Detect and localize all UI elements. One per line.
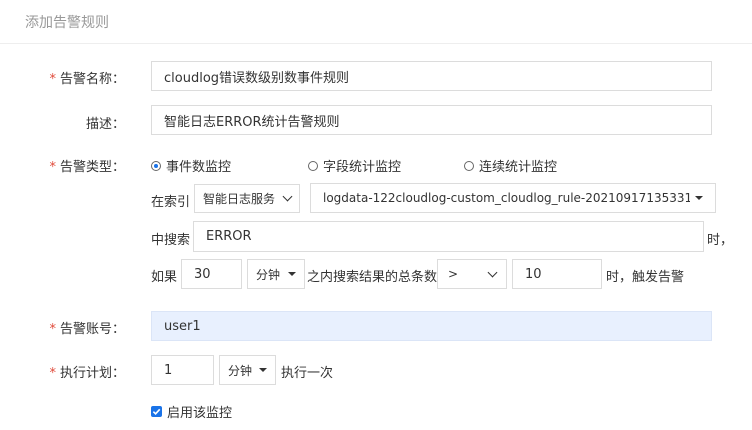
name-label: * 告警名称： <box>49 72 125 87</box>
search-prefix-text: 中搜索 <box>151 233 191 248</box>
radio-continuous-stats-indicator[interactable] <box>464 160 474 171</box>
schedule-suffix-text: 执行一次 <box>281 366 334 381</box>
checkbox-checked-icon[interactable] <box>151 406 162 417</box>
index-select[interactable]: logdata-122cloudlog-custom_cloudlog_rule… <box>310 183 716 213</box>
within-text: 之内搜索结果的总条数 <box>307 270 438 285</box>
threshold-input[interactable]: 10 <box>512 259 602 289</box>
caret-down-icon <box>259 368 267 372</box>
page-title: 添加告警规则 <box>25 15 109 31</box>
chevron-down-icon <box>487 267 498 277</box>
account-input[interactable]: user1 <box>151 311 712 341</box>
name-input[interactable]: cloudlog错误数级别数事件规则 <box>151 61 712 91</box>
radio-event-count[interactable]: 事件数监控 <box>151 156 231 175</box>
description-input[interactable]: 智能日志ERROR统计告警规则 <box>151 105 712 135</box>
index-group-select[interactable]: 智能日志服务 <box>194 184 300 213</box>
radio-continuous-stats[interactable]: 连续统计监控 <box>464 156 557 175</box>
radio-field-stats-indicator[interactable] <box>308 160 318 171</box>
schedule-value-input[interactable]: 1 <box>151 355 214 385</box>
caret-down-icon <box>695 196 703 200</box>
enable-monitor-checkbox[interactable]: 启用该监控 <box>151 402 232 421</box>
schedule-unit-select[interactable]: 分钟 <box>219 355 276 385</box>
caret-down-icon <box>288 272 296 276</box>
in-index-text: 在索引 <box>151 195 191 210</box>
title-divider <box>0 43 752 44</box>
account-label: * 告警账号： <box>49 322 125 337</box>
radio-event-count-indicator[interactable] <box>151 160 161 171</box>
if-text: 如果 <box>151 270 178 285</box>
search-suffix-text: 时， <box>707 233 734 248</box>
operator-select[interactable]: > <box>437 259 507 289</box>
schedule-label: * 执行计划： <box>49 366 125 381</box>
trigger-text: 时，触发告警 <box>606 270 685 285</box>
time-unit-select[interactable]: 分钟 <box>247 259 305 289</box>
chevron-down-icon <box>282 191 293 202</box>
description-label: 描述： <box>85 117 125 132</box>
alert-type-label: * 告警类型： <box>49 160 125 175</box>
time-value-input[interactable]: 30 <box>181 259 242 289</box>
search-input[interactable]: ERROR <box>193 221 704 252</box>
radio-field-stats[interactable]: 字段统计监控 <box>308 156 401 175</box>
